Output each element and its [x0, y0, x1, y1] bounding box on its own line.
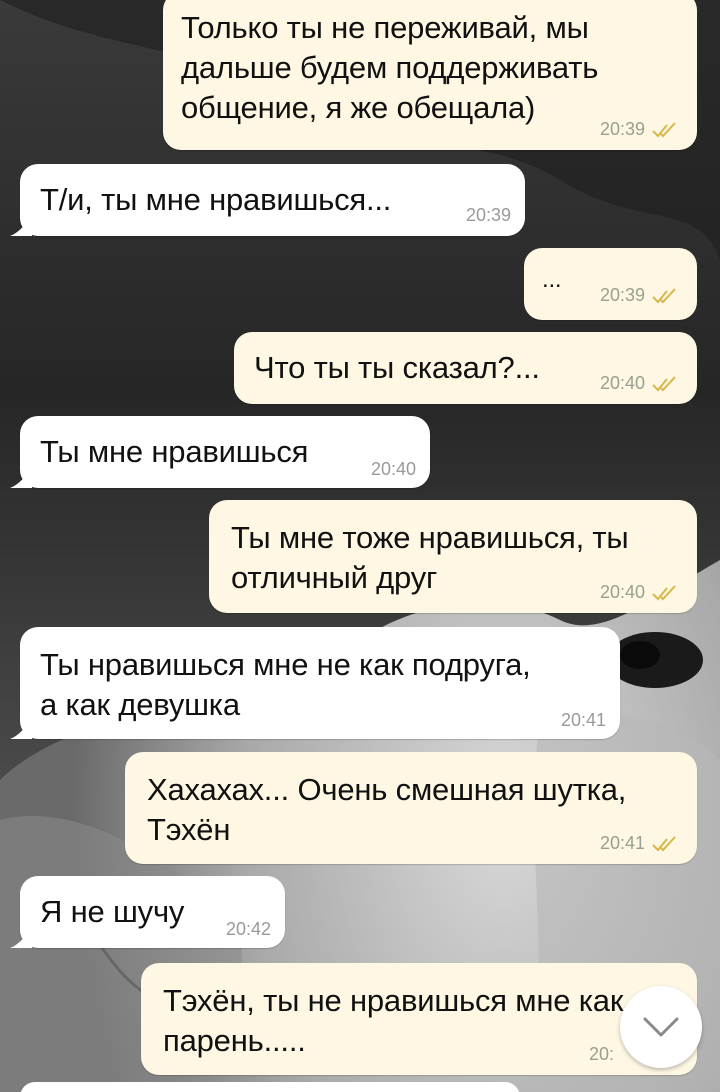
message-bubble-outgoing[interactable]: Хахахах... Очень смешная шутка, Тэхён 20… [125, 752, 697, 864]
message-bubble-incoming[interactable]: Ты нравишься мне не как подруга, а как д… [10, 627, 620, 739]
message-meta: 20:39 [600, 285, 681, 306]
message-meta: 20:40 [371, 459, 416, 480]
message-text: Ты мне нравишься [40, 434, 309, 469]
message-time: 20:39 [599, 285, 645, 305]
message-time: 20:39 [599, 119, 645, 139]
message-meta: 20:40 [600, 373, 681, 394]
message-meta: 20:42 [226, 919, 271, 940]
message-bubble-outgoing[interactable]: Ты мне тоже нравишься, ты отличный друг … [209, 500, 697, 613]
double-check-icon [652, 287, 676, 303]
message-time: 20:41 [560, 710, 606, 730]
chevron-down-icon [643, 1017, 679, 1037]
message-bubble-incoming[interactable]: Т/и, ты мне нравишься... 20:39 [10, 164, 525, 236]
message-text: Т/и, ты мне нравишься... [40, 182, 392, 217]
message-text: Тэхён, ты не нравишься мне как парень...… [163, 983, 624, 1058]
message-meta: 20:41 [561, 710, 606, 731]
message-text: Что ты ты сказал?... [254, 350, 540, 385]
double-check-icon [652, 584, 676, 600]
bubble-tail [10, 926, 32, 948]
message-time: 20:40 [599, 373, 645, 393]
message-time: 20:40 [599, 582, 645, 602]
message-meta: 20: [589, 1044, 614, 1065]
double-check-icon [652, 121, 676, 137]
message-text: Ты мне тоже нравишься, ты отличный друг [231, 520, 629, 595]
message-time: 20: [589, 1044, 615, 1064]
message-text: Хахахах... Очень смешная шутка, Тэхён [147, 772, 627, 847]
message-bubble-outgoing[interactable]: Что ты ты сказал?... 20:40 [234, 332, 697, 404]
bubble-tail [10, 466, 32, 488]
bubble-tail [10, 717, 32, 739]
bubble-tail [10, 214, 32, 236]
message-time: 20:39 [465, 205, 511, 225]
message-bubble-incoming[interactable]: Я не шучу 20:42 [10, 876, 285, 948]
message-meta: 20:39 [600, 119, 681, 140]
message-text: Только ты не переживай, мы дальше будем … [181, 10, 599, 125]
message-text: Я не шучу [40, 894, 185, 929]
message-text: Ты нравишься мне не как подруга, а как д… [40, 647, 531, 722]
message-bubble-outgoing[interactable]: Только ты не переживай, мы дальше будем … [163, 0, 697, 150]
scroll-to-bottom-button[interactable] [620, 986, 702, 1068]
message-bubble-outgoing[interactable]: Тэхён, ты не нравишься мне как парень...… [141, 963, 697, 1075]
message-text: ... [542, 266, 562, 293]
message-bubble-outgoing[interactable]: ... 20:39 [524, 248, 697, 320]
message-bubble-incoming[interactable]: Ты мне нравишься 20:40 [10, 416, 430, 488]
message-time: 20:42 [225, 919, 271, 939]
message-time: 20:40 [370, 459, 416, 479]
message-bubble-incoming-partial [20, 1082, 520, 1092]
double-check-icon [652, 375, 676, 391]
message-meta: 20:41 [600, 833, 681, 854]
double-check-icon [652, 835, 676, 851]
message-time: 20:41 [599, 833, 645, 853]
message-meta: 20:40 [600, 582, 681, 603]
message-list[interactable]: Только ты не переживай, мы дальше будем … [0, 0, 720, 1092]
message-meta: 20:39 [466, 205, 511, 226]
